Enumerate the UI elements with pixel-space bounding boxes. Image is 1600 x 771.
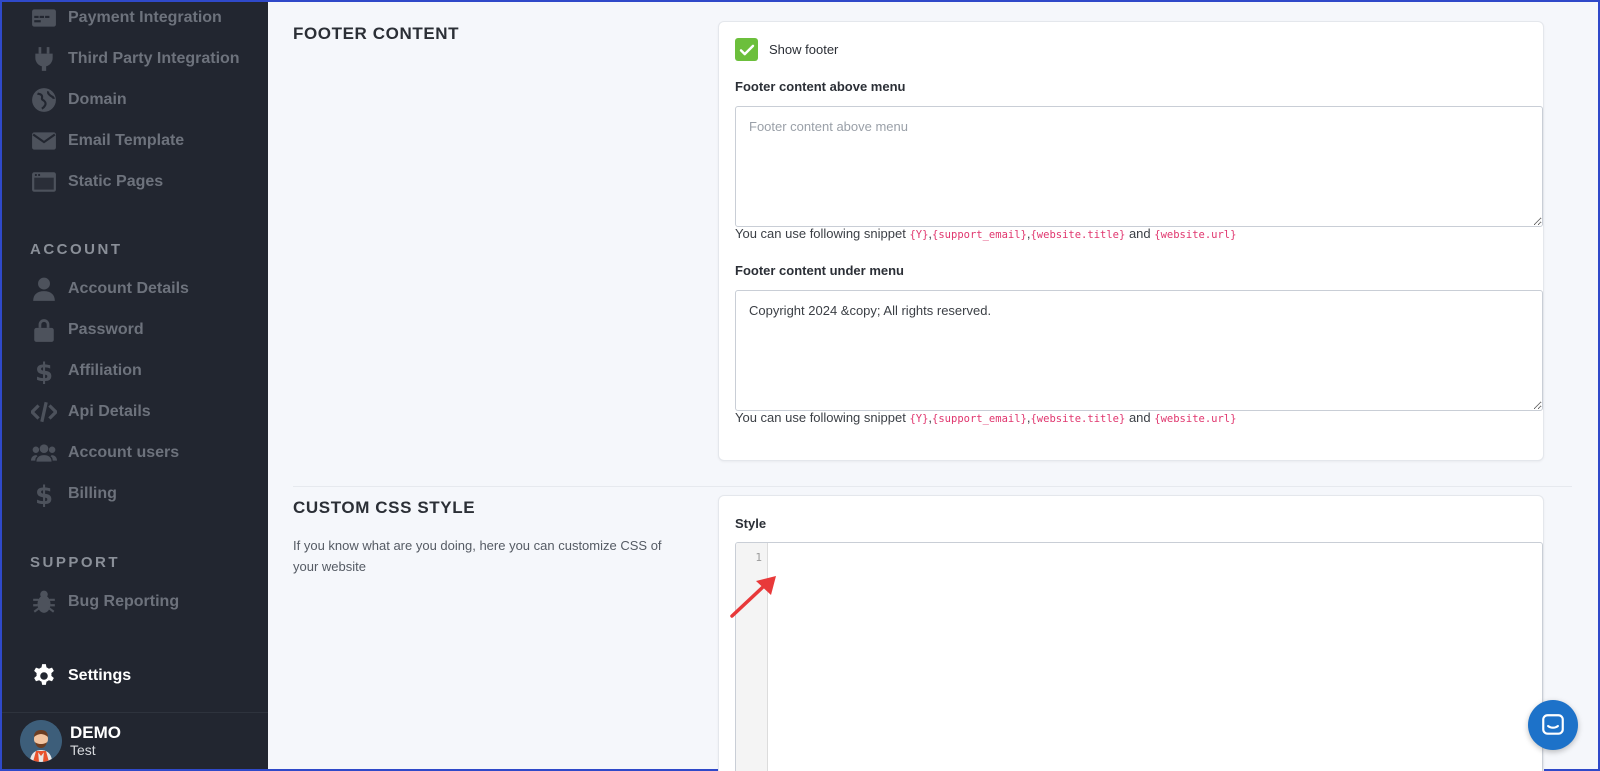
snippet-y: {Y} [909, 413, 929, 425]
footer-under-label: Footer content under menu [735, 263, 904, 278]
sidebar-item-label: Billing [68, 485, 117, 502]
line-number: 1 [755, 551, 762, 564]
envelope-icon [30, 127, 58, 155]
dollar-icon: $ [30, 480, 58, 508]
credit-card-icon [30, 4, 58, 32]
hint-prefix: You can use following snippet [735, 226, 906, 241]
snippet-website-url: {website.url} [1154, 229, 1237, 241]
snippet-website-url: {website.url} [1154, 413, 1237, 425]
css-code-editor[interactable]: 1 [735, 542, 1543, 771]
sidebar-item-label: Domain [68, 91, 127, 108]
footer-content-card: Show footer Footer content above menu Yo… [718, 21, 1544, 461]
sidebar: Payment Integration Third Party Integrat… [2, 2, 268, 769]
footer-under-textarea[interactable] [735, 290, 1543, 411]
chat-icon [1542, 714, 1564, 735]
sidebar-item-password[interactable]: Password [30, 315, 144, 345]
footer-above-hint: You can use following snippet {Y},{suppo… [735, 226, 1237, 241]
support-section-title: SUPPORT [30, 554, 121, 571]
sidebar-item-billing[interactable]: $ Billing [30, 479, 117, 509]
chat-launcher-button[interactable] [1528, 700, 1578, 750]
bug-icon [30, 588, 58, 616]
snippet-website-title: {website.title} [1030, 413, 1126, 425]
users-icon [30, 439, 58, 467]
sidebar-item-settings[interactable]: Settings [30, 661, 131, 691]
snippet-y: {Y} [909, 229, 929, 241]
window-icon [30, 168, 58, 196]
sidebar-item-account-users[interactable]: Account users [30, 438, 179, 468]
sidebar-item-third-party-integration[interactable]: Third Party Integration [30, 44, 240, 74]
snippet-support-email: {support_email} [932, 229, 1027, 241]
plug-icon [30, 45, 58, 73]
style-label: Style [735, 516, 767, 531]
show-footer-label: Show footer [769, 42, 839, 57]
sidebar-item-bug-reporting[interactable]: Bug Reporting [30, 587, 179, 617]
sidebar-item-affiliation[interactable]: $ Affiliation [30, 356, 142, 386]
custom-css-heading: CUSTOM CSS STYLE [293, 498, 476, 517]
sidebar-item-api-details[interactable]: Api Details [30, 397, 151, 427]
footer-above-textarea[interactable] [735, 106, 1543, 227]
show-footer-checkbox[interactable] [735, 38, 758, 61]
sidebar-item-domain[interactable]: Domain [30, 85, 127, 115]
custom-css-card: Style 1 [718, 495, 1544, 771]
hint-and: and [1128, 410, 1151, 425]
user-profile[interactable]: DEMO Test [2, 712, 268, 769]
sidebar-item-payment-integration[interactable]: Payment Integration [30, 3, 222, 33]
avatar [20, 720, 62, 762]
sidebar-item-email-template[interactable]: Email Template [30, 126, 184, 156]
sidebar-item-label: Password [68, 321, 144, 338]
user-name: DEMO [70, 723, 121, 742]
sidebar-item-label: Affiliation [68, 362, 142, 379]
annotation-arrow-icon [730, 576, 776, 618]
hint-and: and [1128, 226, 1151, 241]
user-icon [30, 275, 58, 303]
user-subtitle: Test [70, 742, 96, 758]
main-content: FOOTER CONTENT Show footer Footer conten… [268, 2, 1598, 771]
account-section-title: ACCOUNT [30, 241, 123, 258]
gear-icon [30, 662, 58, 690]
hint-prefix: You can use following snippet [735, 410, 906, 425]
custom-css-description: If you know what are you doing, here you… [293, 538, 662, 574]
snippet-website-title: {website.title} [1030, 229, 1126, 241]
footer-above-label: Footer content above menu [735, 79, 906, 94]
sidebar-item-label: Static Pages [68, 173, 164, 190]
sidebar-item-account-details[interactable]: Account Details [30, 274, 189, 304]
sidebar-item-label: Third Party Integration [68, 50, 240, 67]
globe-icon [30, 86, 58, 114]
sidebar-item-label: Account users [68, 444, 180, 461]
checkmark-icon [739, 44, 754, 55]
snippet-support-email: {support_email} [932, 413, 1027, 425]
lock-icon [30, 316, 58, 344]
sidebar-item-static-pages[interactable]: Static Pages [30, 167, 163, 197]
sidebar-item-label: Account Details [68, 280, 189, 297]
sidebar-item-label: Email Template [68, 132, 185, 149]
sidebar-item-label: Settings [68, 667, 132, 684]
code-icon [30, 398, 58, 426]
footer-under-hint: You can use following snippet {Y},{suppo… [735, 410, 1237, 425]
section-divider [293, 486, 1572, 487]
dollar-icon: $ [30, 357, 58, 385]
sidebar-item-label: Api Details [68, 403, 151, 420]
sidebar-item-label: Bug Reporting [68, 593, 180, 610]
footer-content-heading: FOOTER CONTENT [293, 24, 460, 43]
sidebar-item-label: Payment Integration [68, 9, 222, 26]
svg-text:$: $ [35, 481, 53, 507]
svg-text:$: $ [35, 358, 53, 384]
